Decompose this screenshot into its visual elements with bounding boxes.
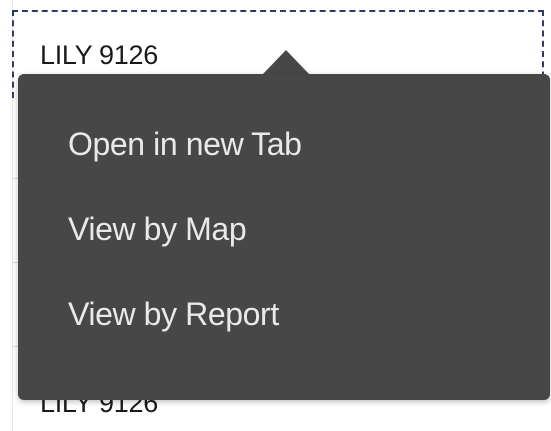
menu-item-open-in-new-tab[interactable]: Open in new Tab xyxy=(68,126,302,163)
screen: LILY 9126 LILY 9126 Open in new Tab View… xyxy=(0,0,551,431)
menu-item-view-by-map[interactable]: View by Map xyxy=(68,211,247,248)
context-menu: Open in new Tab View by Map View by Repo… xyxy=(18,74,550,400)
menu-item-view-by-report[interactable]: View by Report xyxy=(68,296,279,333)
selected-item-label: LILY 9126 xyxy=(40,40,158,70)
menu-pointer xyxy=(262,50,310,75)
